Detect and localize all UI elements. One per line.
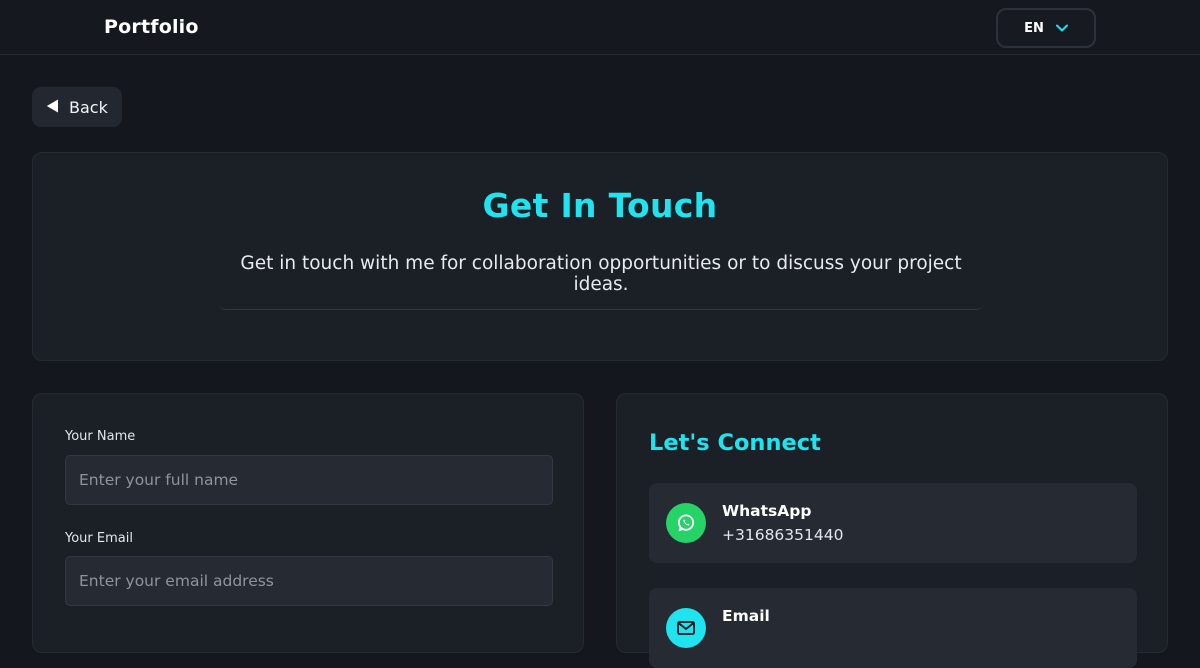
brand-logo[interactable]: Portfolio [104, 16, 199, 38]
page-subtitle: Get in touch with me for collaboration o… [218, 253, 984, 310]
whatsapp-icon [666, 503, 706, 543]
contact-value: +31686351440 [722, 526, 844, 544]
page-title: Get In Touch [482, 186, 718, 225]
connect-title: Let's Connect [649, 430, 821, 456]
top-navbar: Portfolio EN [0, 0, 1200, 55]
chevron-down-icon [1055, 24, 1068, 32]
name-field-label: Your Name [65, 429, 136, 444]
language-selector[interactable]: EN [996, 8, 1096, 48]
back-arrow-icon [46, 98, 59, 117]
contact-item-whatsapp[interactable]: WhatsApp +31686351440 [649, 483, 1137, 563]
language-label: EN [1024, 20, 1044, 36]
contact-item-email[interactable]: Email [649, 588, 1137, 668]
email-field-label: Your Email [65, 531, 133, 546]
contact-form: Your Name Your Email [32, 393, 584, 653]
email-field[interactable] [65, 556, 553, 606]
hero-section: Get In Touch Get in touch with me for co… [32, 152, 1168, 361]
name-field[interactable] [65, 455, 553, 505]
contact-name: WhatsApp [722, 502, 812, 520]
back-button[interactable]: Back [32, 87, 122, 127]
connect-panel: Let's Connect WhatsApp +31686351440 Emai… [616, 393, 1168, 668]
back-button-label: Back [69, 97, 108, 117]
mail-icon [666, 608, 706, 648]
contact-name: Email [722, 607, 770, 625]
